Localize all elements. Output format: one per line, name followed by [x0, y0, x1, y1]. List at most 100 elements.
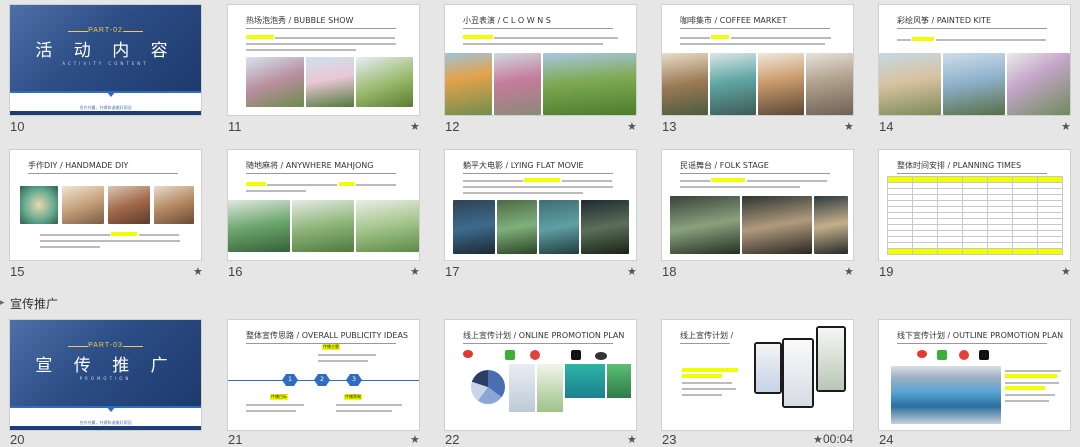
star-icon[interactable]: ★ [410, 120, 420, 133]
slide-title: 咖啡集市 / COFFEE MARKET [680, 16, 787, 25]
star-icon[interactable]: ★ [844, 120, 854, 133]
cover-deco-line-left [68, 346, 88, 347]
slide-number: 19 [879, 264, 894, 279]
slide-thumbnail-19[interactable]: 整体时间安排 / PLANNING TIMES [879, 150, 1070, 260]
phone-mockup-3 [816, 326, 846, 392]
photo-bubble-show-3 [356, 57, 413, 107]
slide-thumbnail-14[interactable]: 彩绘风筝 / PAINTED KITE [879, 5, 1070, 115]
title-underline [246, 28, 396, 29]
title-underline [463, 28, 613, 29]
section-title[interactable]: 宣传推广 [10, 295, 58, 312]
slide-number: 22 [445, 432, 460, 447]
schedule-table [887, 176, 1063, 255]
animation-timing: 00:04 [823, 432, 854, 446]
star-icon[interactable]: ★ [1061, 265, 1071, 278]
slide-number: 20 [10, 432, 25, 447]
star-icon[interactable]: ★ [627, 120, 637, 133]
star-icon[interactable]: ★ [844, 265, 854, 278]
slide-number: 18 [662, 264, 677, 279]
star-icon[interactable]: ★ [193, 265, 203, 278]
app-icon-red [530, 350, 540, 360]
goal-heading: 传播主题 [322, 344, 340, 350]
slide-thumbnail-18[interactable]: 民谣舞台 / FOLK STAGE [662, 150, 853, 260]
slide-number: 11 [228, 119, 242, 134]
slide-thumbnail-20[interactable]: PART-03 宣 传 推 广 PROMOTION 合作共赢，共建和谐美好家园 [10, 320, 201, 430]
star-icon[interactable]: ★ [627, 433, 637, 446]
step-badge-1: 1 [282, 374, 298, 386]
slide-thumbnail-13[interactable]: 咖啡集市 / COFFEE MARKET [662, 5, 853, 115]
photo-clowns-1 [445, 53, 492, 115]
cover-part-label: PART-02 [88, 27, 123, 34]
cover-deco-line-right [123, 31, 143, 32]
weibo-icon [463, 350, 473, 358]
cover-triangle-marker [106, 91, 116, 97]
slide-thumbnail-17[interactable]: 躺平大电影 / LYING FLAT MOVIE [445, 150, 636, 260]
target-text [246, 402, 306, 418]
slide-body-text [680, 178, 840, 192]
app-screenshot-1 [509, 364, 535, 412]
slide-thumbnail-11[interactable]: 热场泡泡秀 / BUBBLE SHOW [228, 5, 419, 115]
slide-thumbnail-24[interactable]: 线下宣传计划 / OUTLINE PROMOTION PLAN [879, 320, 1070, 430]
slide-thumbnail-23[interactable]: 线上宣传计划 / [662, 320, 853, 430]
photo-clowns-2 [494, 53, 541, 115]
slide-number: 16 [228, 264, 243, 279]
title-underline [897, 173, 1047, 174]
photo-folk-stage-2 [742, 196, 812, 254]
cover-triangle-marker [106, 406, 116, 412]
slide-number: 21 [228, 432, 243, 447]
slide-thumbnail-21[interactable]: 整体宣传思路 / OVERALL PUBLICITY IDEAS 传播主题 1 … [228, 320, 419, 430]
star-icon[interactable]: ★ [813, 433, 823, 446]
title-underline [680, 173, 830, 174]
table-footer-row [887, 248, 1063, 255]
slide-thumbnail-10[interactable]: PART-02 活 动 内 容 ACTIVITY CONTENT 合作共赢，共建… [10, 5, 201, 115]
slide-title: 整体宣传思路 / OVERALL PUBLICITY IDEAS [246, 331, 408, 340]
cover-bottom-band [10, 111, 201, 115]
title-underline [28, 173, 178, 174]
cover-deco-line-left [68, 31, 88, 32]
slide-number: 12 [445, 119, 460, 134]
slide-thumbnail-22[interactable]: 线上宣传计划 / ONLINE PROMOTION PLAN [445, 320, 636, 430]
slide-title: 民谣舞台 / FOLK STAGE [680, 161, 769, 170]
slide-number: 14 [879, 119, 894, 134]
slide-number: 13 [662, 119, 677, 134]
slide-thumbnail-16[interactable]: 随地麻将 / ANYWHERE MAHJONG [228, 150, 419, 260]
step-badge-2: 2 [314, 374, 330, 386]
slide-body-text [246, 182, 406, 194]
slide-thumbnail-12[interactable]: 小丑表演 / C L O W N S [445, 5, 636, 115]
slide-title: 手作DIY / HANDMADE DIY [28, 161, 129, 170]
photo-diy-3 [108, 186, 150, 224]
promo-table-image [565, 364, 605, 398]
slide-number: 17 [445, 264, 460, 279]
photo-folk-stage-3 [814, 196, 848, 254]
chevron-right-icon[interactable]: ▸ [0, 298, 5, 308]
slide-thumbnail-15[interactable]: 手作DIY / HANDMADE DIY [10, 150, 201, 260]
cover-subtitle: PROMOTION [79, 376, 132, 381]
panda-icon [595, 352, 607, 360]
slide-number: 23 [662, 432, 677, 447]
slide-number: 10 [10, 119, 25, 134]
star-icon[interactable]: ★ [627, 265, 637, 278]
photo-coffee-market-4 [806, 53, 853, 115]
photo-diy-2 [62, 186, 104, 224]
title-underline [246, 173, 396, 174]
title-underline [463, 343, 613, 344]
goal-text [318, 352, 378, 366]
photo-bubble-show-2 [306, 57, 354, 107]
photo-clowns-3 [543, 53, 636, 115]
slide-title: 热场泡泡秀 / BUBBLE SHOW [246, 16, 354, 25]
target-heading: 传播目标 [270, 394, 288, 400]
photo-painted-kite-3 [1007, 53, 1070, 115]
star-icon[interactable]: ★ [410, 433, 420, 446]
photo-coffee-market-3 [758, 53, 804, 115]
cover-bottom-band [10, 426, 201, 430]
star-icon[interactable]: ★ [1061, 120, 1071, 133]
star-icon[interactable]: ★ [410, 265, 420, 278]
slide-title: 躺平大电影 / LYING FLAT MOVIE [463, 161, 584, 170]
douyin-icon [571, 350, 581, 360]
photo-coffee-market-2 [710, 53, 756, 115]
slide-body-text [897, 37, 1057, 47]
phone-mockup-2 [782, 338, 814, 408]
slide-title: 线上宣传计划 / [680, 331, 734, 340]
slide-title: 彩绘风筝 / PAINTED KITE [897, 16, 992, 25]
cover-title: 活 动 内 容 [35, 41, 176, 61]
